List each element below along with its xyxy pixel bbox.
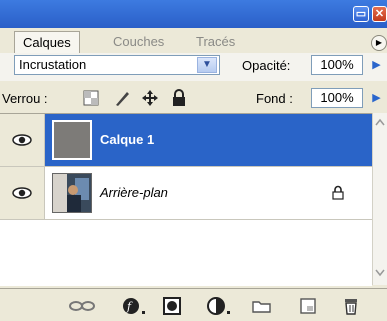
lock-label: Verrou : bbox=[2, 91, 48, 106]
adjustment-layer-icon[interactable] bbox=[207, 297, 233, 315]
layer-row-calque-1[interactable]: Calque 1 bbox=[0, 114, 372, 167]
minimize-button[interactable]: ▭ bbox=[353, 6, 369, 22]
new-group-icon[interactable] bbox=[252, 298, 272, 314]
eye-icon bbox=[12, 187, 32, 199]
layer-row-arriere-plan[interactable]: Arrière-plan bbox=[0, 167, 372, 220]
fill-slider-arrow-icon[interactable]: ▶ bbox=[370, 89, 383, 107]
lock-all-icon[interactable] bbox=[171, 89, 187, 107]
delete-layer-icon[interactable] bbox=[342, 296, 360, 316]
layer-style-icon[interactable]: f bbox=[122, 297, 146, 315]
bottom-toolbar: f bbox=[0, 288, 387, 321]
fill-field[interactable]: 100% bbox=[311, 88, 363, 108]
scroll-down-icon[interactable] bbox=[374, 268, 386, 278]
scroll-up-icon[interactable] bbox=[374, 117, 386, 127]
visibility-toggle[interactable] bbox=[0, 167, 45, 219]
tab-couches[interactable]: Couches bbox=[105, 31, 172, 52]
link-icon[interactable] bbox=[68, 300, 96, 312]
lock-position-move-icon[interactable] bbox=[141, 89, 159, 107]
layers-list: Calque 1 Arrière-plan bbox=[0, 113, 372, 286]
add-mask-icon[interactable] bbox=[163, 297, 185, 315]
panel-menu-button[interactable]: ▶ bbox=[371, 35, 387, 51]
opacity-slider-arrow-icon[interactable]: ▶ bbox=[370, 56, 383, 74]
layers-panel: ▭ ✕ Calques Couches Tracés ▶ Incrustatio… bbox=[0, 0, 387, 321]
fill-label: Fond : bbox=[256, 91, 293, 106]
tab-calques[interactable]: Calques bbox=[14, 31, 80, 54]
layer-thumbnail bbox=[52, 120, 92, 160]
new-layer-icon[interactable] bbox=[299, 297, 317, 315]
visibility-toggle[interactable] bbox=[0, 114, 45, 166]
tab-bar: Calques Couches Tracés bbox=[0, 28, 387, 54]
layers-scrollbar[interactable] bbox=[372, 113, 387, 285]
close-button[interactable]: ✕ bbox=[372, 6, 387, 22]
layer-name[interactable]: Arrière-plan bbox=[100, 185, 168, 200]
eye-icon bbox=[12, 134, 32, 146]
tab-traces[interactable]: Tracés bbox=[188, 31, 243, 52]
lock-transparency-icon[interactable] bbox=[83, 90, 99, 106]
blend-mode-select[interactable]: Incrustation bbox=[14, 55, 220, 75]
opacity-field[interactable]: 100% bbox=[311, 55, 363, 75]
panel-titlebar: ▭ ✕ bbox=[0, 0, 387, 29]
opacity-label: Opacité: bbox=[242, 58, 291, 73]
layer-name[interactable]: Calque 1 bbox=[100, 132, 154, 147]
lock-icon bbox=[332, 185, 344, 200]
lock-pixels-brush-icon[interactable] bbox=[113, 89, 131, 107]
chevron-down-icon[interactable]: ▼ bbox=[197, 57, 217, 73]
background-photo-thumbnail bbox=[52, 173, 92, 213]
